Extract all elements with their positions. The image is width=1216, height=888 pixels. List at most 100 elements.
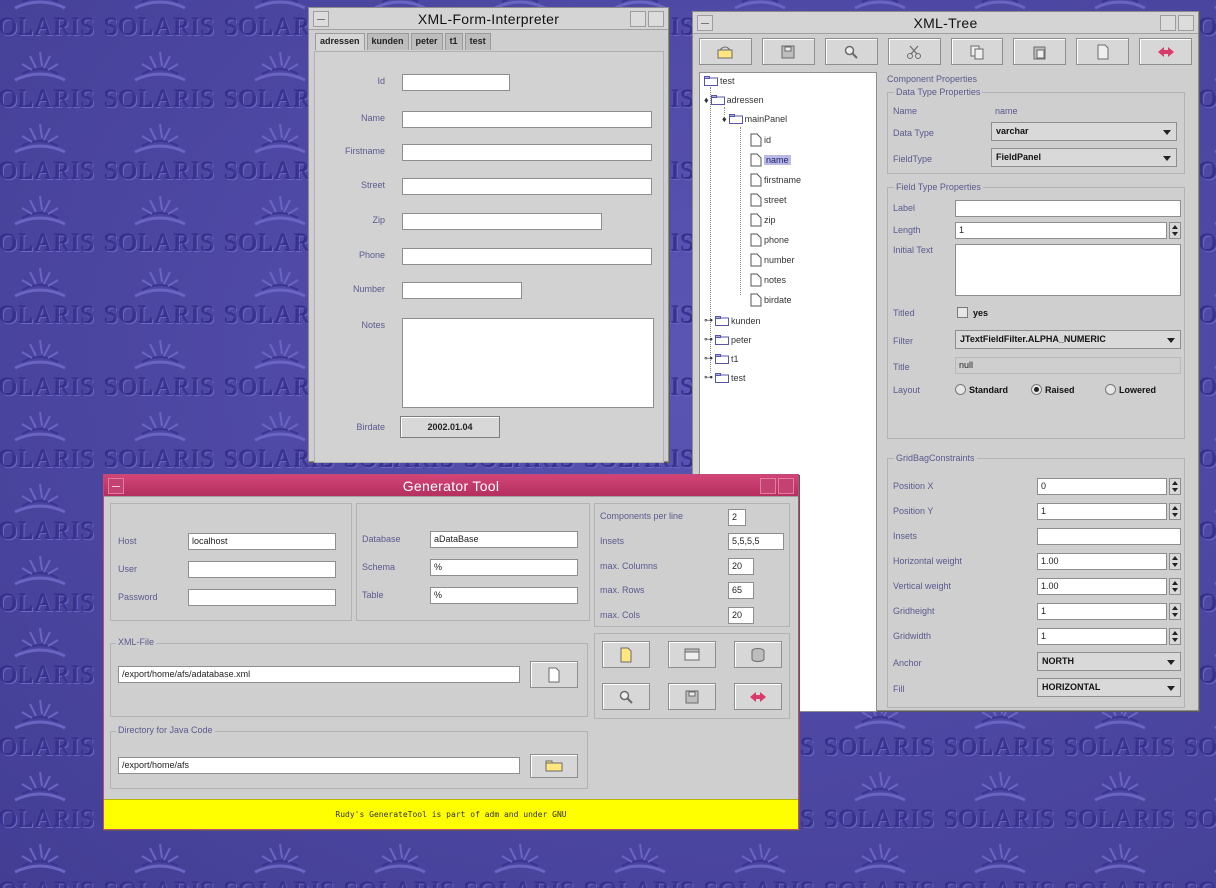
- zip-field[interactable]: [402, 213, 602, 230]
- vweight-spinner[interactable]: [1169, 578, 1181, 595]
- notes-textarea[interactable]: [402, 318, 654, 408]
- window-button[interactable]: [668, 641, 716, 668]
- gridheight-spinner[interactable]: [1169, 603, 1181, 620]
- host-field[interactable]: localhost: [188, 533, 336, 550]
- copy-button[interactable]: [950, 38, 1004, 65]
- name-field[interactable]: [402, 111, 652, 128]
- gridwidth-field[interactable]: 1: [1037, 628, 1167, 645]
- tab-adressen[interactable]: adressen: [315, 33, 365, 50]
- tree-node-firstname[interactable]: firstname: [750, 173, 801, 187]
- window-menu-button[interactable]: [313, 11, 329, 27]
- birthdate-button[interactable]: 2002.01.04: [400, 416, 500, 438]
- table-field[interactable]: %: [430, 587, 578, 604]
- tree-node-kunden[interactable]: ⊶ kunden: [704, 315, 761, 326]
- window-menu-button[interactable]: [108, 478, 124, 494]
- tree-node-birdate[interactable]: birdate: [750, 293, 792, 307]
- tree-node-name[interactable]: name: [750, 153, 791, 167]
- initial-text-area[interactable]: [955, 244, 1181, 296]
- file-icon: [750, 193, 762, 207]
- minimize-button[interactable]: [1160, 15, 1176, 31]
- tree-node-notes[interactable]: notes: [750, 273, 786, 287]
- save-button[interactable]: [668, 683, 716, 710]
- length-field[interactable]: 1: [955, 222, 1167, 239]
- titled-checkbox[interactable]: [957, 307, 968, 318]
- tree-node-mainpanel[interactable]: ♦ mainPanel: [722, 114, 787, 124]
- positionx-spinner[interactable]: [1169, 478, 1181, 495]
- exit-button[interactable]: [734, 683, 782, 710]
- tree-node-adressen[interactable]: ♦ adressen: [704, 95, 764, 105]
- max-columns-field[interactable]: 20: [728, 558, 754, 575]
- schema-field[interactable]: %: [430, 559, 578, 576]
- database-field[interactable]: aDataBase: [430, 531, 578, 548]
- label-field[interactable]: [955, 200, 1181, 217]
- table-label: Table: [362, 590, 384, 600]
- new-button[interactable]: [1076, 38, 1130, 65]
- datatype-select[interactable]: varchar: [991, 122, 1177, 141]
- filter-select[interactable]: JTextFieldFilter.ALPHA_NUMERIC: [955, 330, 1181, 349]
- cut-button[interactable]: [887, 38, 941, 65]
- title-field[interactable]: null: [955, 357, 1181, 374]
- maximize-button[interactable]: [778, 478, 794, 494]
- user-field[interactable]: [188, 561, 336, 578]
- title-bar[interactable]: Generator Tool: [104, 475, 798, 497]
- street-field[interactable]: [402, 178, 652, 195]
- new-button[interactable]: [602, 641, 650, 668]
- tab-kunden[interactable]: kunden: [366, 33, 409, 50]
- maximize-button[interactable]: [1178, 15, 1194, 31]
- tab-t1[interactable]: t1: [444, 33, 463, 50]
- phone-field[interactable]: [402, 248, 652, 265]
- components-per-line-field[interactable]: 2: [728, 509, 746, 526]
- positionx-field[interactable]: 0: [1037, 478, 1167, 495]
- title-bar[interactable]: XML-Form-Interpreter: [309, 8, 668, 30]
- paste-button[interactable]: [1013, 38, 1067, 65]
- hweight-field[interactable]: 1.00: [1037, 553, 1167, 570]
- positiony-field[interactable]: 1: [1037, 503, 1167, 520]
- title-bar[interactable]: XML-Tree: [693, 12, 1198, 34]
- id-field[interactable]: [402, 74, 510, 91]
- tree-node-peter[interactable]: ⊶ peter: [704, 334, 752, 345]
- search-button[interactable]: [824, 38, 878, 65]
- search-button[interactable]: [602, 683, 650, 710]
- tree-node-street[interactable]: street: [750, 193, 787, 207]
- number-field[interactable]: [402, 282, 522, 299]
- minimize-button[interactable]: [760, 478, 776, 494]
- tree-node-id[interactable]: id: [750, 133, 771, 147]
- max-rows-field[interactable]: 65: [728, 582, 754, 599]
- maximize-button[interactable]: [648, 11, 664, 27]
- exit-button[interactable]: [1139, 38, 1192, 65]
- tree-node-phone[interactable]: phone: [750, 233, 789, 247]
- password-field[interactable]: [188, 589, 336, 606]
- window-menu-button[interactable]: [697, 15, 713, 31]
- gridheight-field[interactable]: 1: [1037, 603, 1167, 620]
- browse-xml-button[interactable]: [530, 661, 578, 688]
- browse-dir-button[interactable]: [530, 754, 578, 778]
- tree-node-zip[interactable]: zip: [750, 213, 776, 227]
- tab-test[interactable]: test: [464, 33, 491, 50]
- gridwidth-spinner[interactable]: [1169, 628, 1181, 645]
- fieldtype-select[interactable]: FieldPanel: [991, 148, 1177, 167]
- tree-node-test[interactable]: ⊶ test: [704, 372, 746, 383]
- layout-raised-radio[interactable]: [1031, 384, 1042, 395]
- layout-standard-radio[interactable]: [955, 384, 966, 395]
- xml-file-path[interactable]: /export/home/afs/adatabase.xml: [118, 666, 520, 683]
- positiony-spinner[interactable]: [1169, 503, 1181, 520]
- open-button[interactable]: [699, 38, 752, 65]
- save-button[interactable]: [761, 38, 815, 65]
- hweight-spinner[interactable]: [1169, 553, 1181, 570]
- max-cols-field[interactable]: 20: [728, 607, 754, 624]
- minimize-button[interactable]: [630, 11, 646, 27]
- layout-lowered-radio[interactable]: [1105, 384, 1116, 395]
- insets-field[interactable]: 5,5,5,5: [728, 533, 784, 550]
- insets-field[interactable]: [1037, 528, 1181, 545]
- tree-node-t1[interactable]: ⊶ t1: [704, 353, 739, 364]
- tree-node-root[interactable]: test: [704, 76, 735, 86]
- vweight-field[interactable]: 1.00: [1037, 578, 1167, 595]
- tree-node-number[interactable]: number: [750, 253, 795, 267]
- firstname-field[interactable]: [402, 144, 652, 161]
- database-button[interactable]: [734, 641, 782, 668]
- java-dir-path[interactable]: /export/home/afs: [118, 757, 520, 774]
- fill-select[interactable]: HORIZONTAL: [1037, 678, 1181, 697]
- tab-peter[interactable]: peter: [410, 33, 443, 50]
- length-spinner[interactable]: [1169, 222, 1181, 239]
- anchor-select[interactable]: NORTH: [1037, 652, 1181, 671]
